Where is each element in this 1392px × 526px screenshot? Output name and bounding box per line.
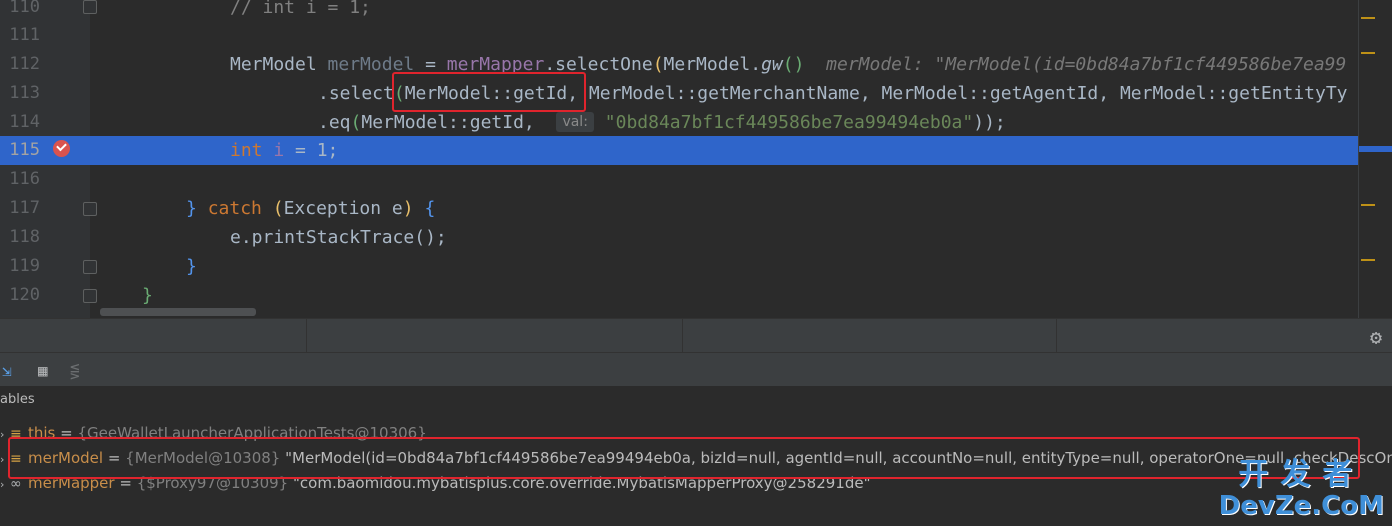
highlight-box-getId (392, 72, 586, 112)
code-comment: // int i = 1; (230, 0, 371, 18)
line-number: 117 (9, 198, 40, 218)
line-number: 115 (9, 140, 40, 160)
code-line-110: 110 // int i = 1; (0, 0, 1358, 22)
line-number: 113 (9, 83, 40, 103)
code-text: .eq(MerModel::getId, val: "0bd84a7bf1cf4… (318, 112, 1006, 133)
line-number: 112 (9, 54, 40, 74)
code-text: } (186, 256, 197, 277)
highlight-box-merModel (8, 437, 1360, 479)
breakpoint-icon[interactable] (53, 140, 70, 157)
debug-panel-header: ⚙ (0, 318, 1392, 353)
split-icon[interactable]: ⋚ (70, 361, 80, 380)
fold-marker-icon[interactable] (83, 260, 97, 274)
horizontal-scrollbar[interactable] (100, 308, 256, 316)
code-editor[interactable]: 110 // int i = 1; 111 112 MerModel merMo… (0, 0, 1392, 318)
fold-marker-icon[interactable] (83, 0, 97, 14)
code-line-116: 116 (0, 165, 1358, 194)
line-number: 120 (9, 285, 40, 305)
gear-icon[interactable]: ⚙ (1370, 325, 1382, 349)
error-stripe[interactable] (1358, 0, 1392, 318)
inline-value-hint: merModel: "MerModel(id=0bd84a7bf1cf44958… (826, 54, 1347, 75)
line-number: 114 (9, 112, 40, 132)
line-number: 116 (9, 169, 40, 189)
line-number: 111 (9, 25, 40, 45)
code-line-114: 114 .eq(MerModel::getId, val: "0bd84a7bf… (0, 108, 1358, 137)
line-number: 119 (9, 256, 40, 276)
variables-panel: ables › ≡ this = {GeeWalletLauncherApplica… (0, 386, 1392, 526)
code-text: } (142, 285, 153, 306)
code-text: e.printStackTrace(); (230, 227, 447, 248)
code-text: } catch (Exception e) { (186, 198, 436, 219)
code-line-111: 111 (0, 21, 1358, 50)
code-line-117: 117 } catch (Exception e) { (0, 194, 1358, 223)
param-hint-badge: val: (556, 112, 594, 132)
line-number: 118 (9, 227, 40, 247)
fold-marker-icon[interactable] (83, 289, 97, 303)
table-icon[interactable]: ▦ (38, 361, 48, 380)
fold-marker-icon[interactable] (83, 202, 97, 216)
code-text: int i = 1; (230, 140, 339, 161)
evaluate-icon[interactable]: ⇲ (2, 361, 12, 380)
code-line-119: 119 } (0, 252, 1358, 281)
code-line-113: 113 .select(MerModel::getId, MerModel::g… (0, 79, 1358, 108)
line-number: 110 (9, 0, 40, 17)
current-execution-line: 115 int i = 1; (0, 136, 1358, 165)
watermark-logo: 开发者 DevZe.CoM (1218, 457, 1384, 521)
variables-title: ables (0, 392, 35, 407)
debug-toolbar: ⇲ ▦ ⋚ (0, 352, 1392, 387)
code-line-120: 120 } (0, 281, 1358, 310)
code-line-112: 112 MerModel merModel = merMapper.select… (0, 50, 1358, 79)
code-line-118: 118 e.printStackTrace(); (0, 223, 1358, 252)
